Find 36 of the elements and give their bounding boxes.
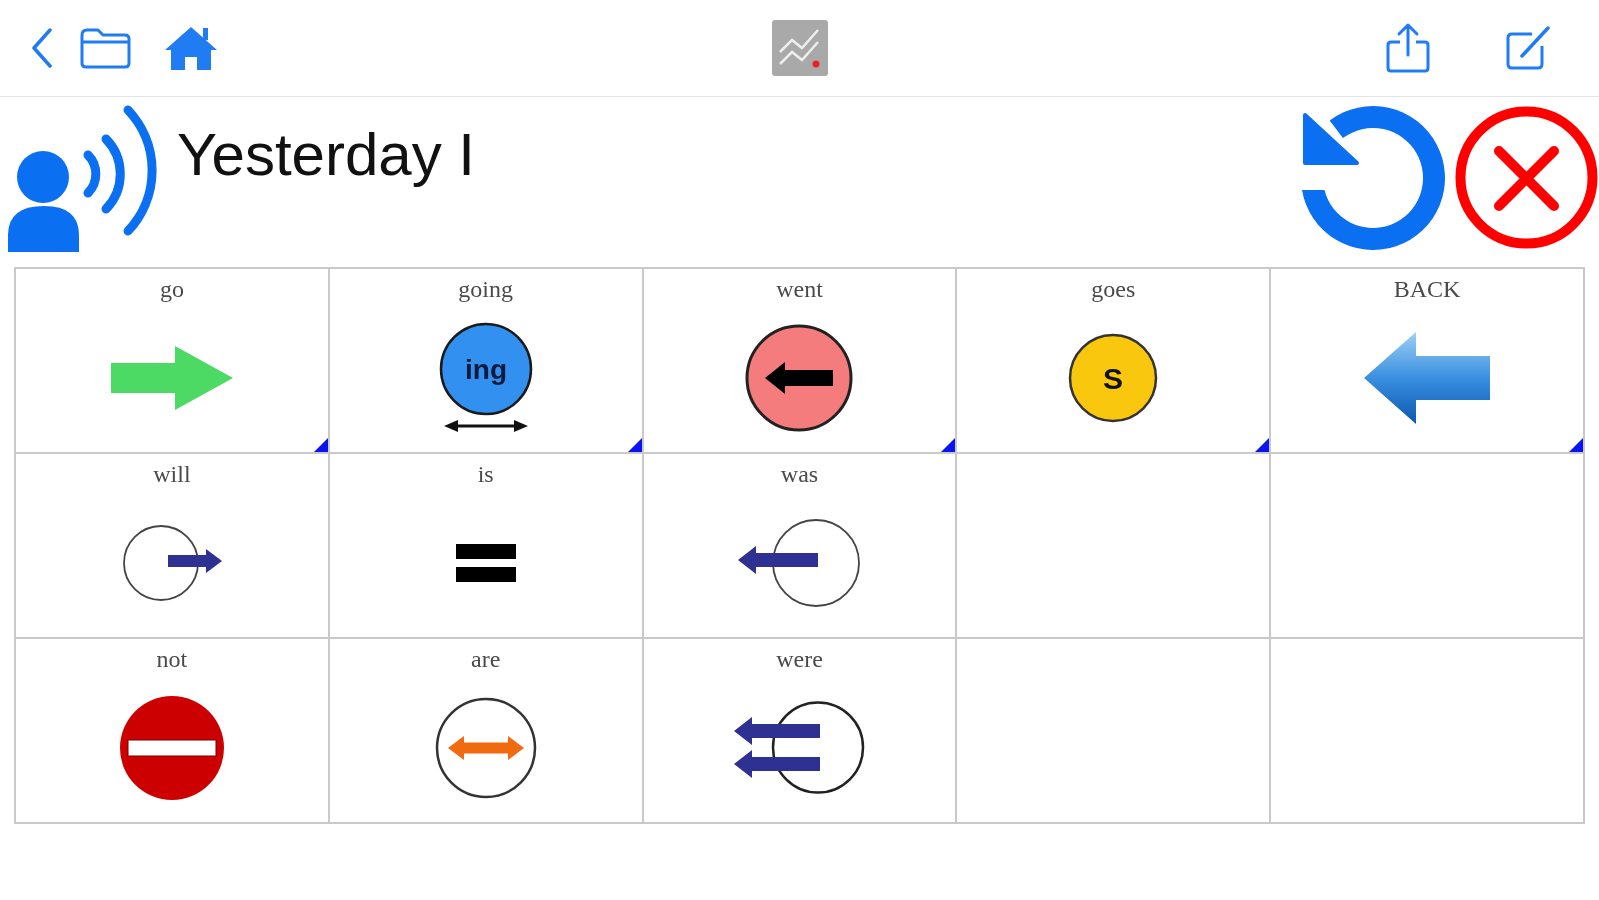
word-symbol-button[interactable]: went (643, 269, 956, 452)
undo-button[interactable] (1300, 106, 1446, 251)
word-symbol-button[interactable]: go (16, 269, 328, 452)
message-text: Yesterday I (177, 125, 475, 185)
word-symbol-button[interactable]: will (16, 454, 328, 637)
back-button[interactable] (30, 28, 54, 68)
word-symbol-button[interactable]: were (643, 639, 956, 822)
folder-button[interactable] (79, 26, 132, 70)
folder-icon (79, 26, 132, 70)
word-symbol-button[interactable]: going ing (329, 269, 642, 452)
chevron-left-icon (30, 28, 54, 68)
word-symbol-button[interactable]: goes S (957, 269, 1270, 452)
equals-icon (455, 543, 516, 582)
left-arrow-circle-icon (745, 323, 854, 432)
right-arrow-icon (110, 345, 233, 410)
circle-left-arrow-icon (738, 517, 861, 608)
no-entry-icon (119, 695, 224, 800)
share-button[interactable] (1385, 22, 1431, 74)
share-icon (1385, 22, 1431, 74)
word-symbol-button[interactable]: is (329, 454, 642, 637)
left-arrow-icon (1364, 331, 1491, 424)
undo-icon (1300, 106, 1446, 251)
word-symbol-button[interactable]: BACK (1271, 269, 1583, 452)
circle-two-arrows-icon (734, 700, 865, 795)
close-icon (1455, 106, 1598, 249)
word-symbol-button[interactable]: are (329, 639, 642, 822)
chart-button[interactable] (771, 20, 828, 76)
home-icon (164, 25, 218, 71)
word-symbol-button[interactable]: not (16, 639, 328, 822)
compose-icon (1504, 24, 1552, 72)
edit-button[interactable] (1504, 24, 1552, 72)
home-button[interactable] (164, 25, 218, 71)
s-circle-icon: S (1068, 332, 1159, 423)
circle-right-arrow-icon (121, 523, 222, 602)
clear-button[interactable] (1455, 106, 1598, 251)
word-symbol-button[interactable]: was (643, 454, 956, 637)
